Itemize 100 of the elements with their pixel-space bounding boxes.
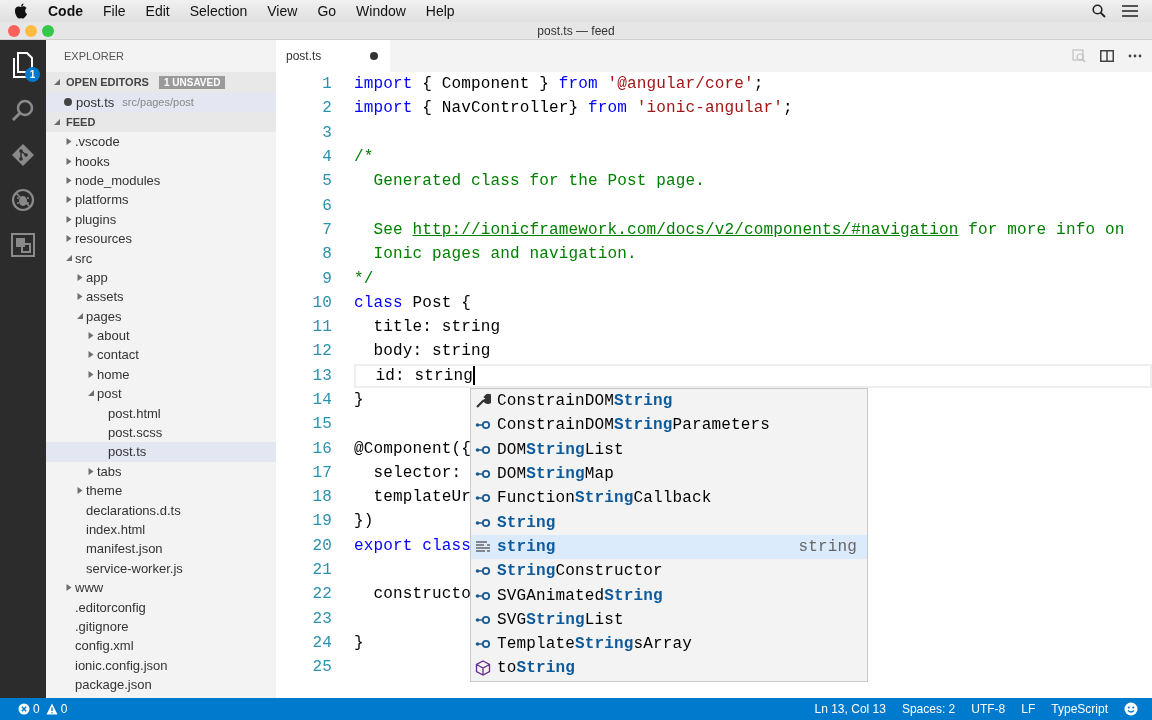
explorer-folder[interactable]: plugins [46,209,276,229]
caret-icon[interactable] [66,157,72,165]
suggestion-item[interactable]: ConstrainDOMStringParameters [471,413,867,438]
explorer-file[interactable]: post.scss [46,422,276,443]
caret-icon[interactable] [54,78,60,86]
explorer-file[interactable]: post.html [46,403,276,423]
explorer-folder[interactable]: src [46,248,276,268]
explorer-folder[interactable]: node_modules [46,170,276,191]
explorer-file[interactable]: post.ts [46,442,276,462]
line-number: 4 [321,148,332,167]
suggestion-item[interactable]: toString [471,656,867,681]
explorer-folder[interactable]: home [46,364,276,385]
caret-icon[interactable] [77,312,83,320]
caret-icon[interactable] [88,332,94,340]
status-item[interactable]: UTF-8 [971,702,1006,716]
menu-item[interactable]: File [103,3,126,19]
explorer-file[interactable]: config.xml [46,636,276,656]
section-header[interactable]: OPEN EDITORS 1 UNSAVED [46,72,276,92]
error-count[interactable]: 0 [18,702,40,716]
section-header[interactable]: FEED [46,112,276,132]
explorer-file[interactable]: declarations.d.ts [46,500,276,520]
code-line: class Post { [354,292,472,314]
split-editor-icon[interactable] [1100,50,1114,62]
extensions-icon[interactable] [11,233,35,257]
explorer-file[interactable]: .editorconfig [46,597,276,617]
explorer-folder[interactable]: tabs [46,461,276,482]
menu-icon[interactable] [1122,5,1138,17]
explorer-folder[interactable]: app [46,267,276,288]
explorer-folder[interactable]: contact [46,345,276,365]
files-icon[interactable] [12,52,34,78]
suggestion-item[interactable]: SVGStringList [471,607,867,632]
explorer-folder[interactable]: theme [46,481,276,501]
caret-icon[interactable] [66,176,72,184]
status-item[interactable]: Spaces: 2 [901,702,956,716]
search-icon[interactable] [1092,4,1106,18]
more-icon[interactable] [1128,54,1142,58]
caret-icon[interactable] [66,138,72,146]
git-icon[interactable] [11,143,35,167]
suggestion-item[interactable]: StringConstructor [471,559,867,584]
caret-icon[interactable] [88,351,94,359]
caret-icon[interactable] [54,118,60,126]
caret-icon[interactable] [77,293,83,301]
suggestion-detail: string [798,537,857,556]
explorer-file[interactable]: manifest.json [46,539,276,559]
explorer-folder[interactable]: resources [46,228,276,249]
explorer-folder[interactable]: hooks [46,151,276,171]
explorer-folder[interactable]: pages [46,306,276,326]
warning-count[interactable]: 0 [45,702,68,716]
bug-icon[interactable] [11,188,35,212]
menu-item[interactable]: View [267,3,298,19]
code-line: constructo [372,584,472,606]
explorer-folder[interactable]: assets [46,287,276,307]
caret-icon[interactable] [66,235,72,243]
explorer-file[interactable]: index.html [46,519,276,540]
menu-item[interactable]: Edit [145,3,170,19]
line-number: 5 [321,172,332,191]
explorer-file[interactable]: .gitignore [46,616,276,637]
explorer-folder[interactable]: platforms [46,190,276,210]
status-item[interactable]: LF [1021,702,1036,716]
menu-item[interactable]: Help [425,3,455,19]
caret-icon[interactable] [88,390,94,398]
explorer-folder[interactable]: www [46,578,276,598]
caret-icon[interactable] [77,273,83,281]
open-editor-item[interactable]: post.ts src/pages/post [46,92,276,112]
link[interactable]: http://ionicframework.com/docs/v2/components/#navigation [412,220,959,239]
caret-icon[interactable] [77,487,83,495]
line-number: 1 [321,75,332,94]
line-number: 22 [311,585,332,604]
app-menu[interactable]: Code [48,3,83,19]
caret-icon[interactable] [66,584,72,592]
suggestion-item[interactable]: String [471,510,867,535]
status-item[interactable]: Ln 13, Col 13 [814,702,886,716]
close-button[interactable] [8,24,20,37]
menu-item[interactable]: Selection [189,3,248,19]
suggestion-item[interactable]: DOMStringMap [471,461,867,487]
line-number: 14 [311,391,332,409]
editor-tab[interactable]: post.ts [276,40,390,72]
line-number: 25 [311,658,332,677]
explorer-file[interactable]: package.json [46,674,276,695]
apple-icon[interactable] [14,3,28,19]
explorer-folder[interactable]: post [46,384,276,404]
explorer-folder[interactable]: about [46,325,276,346]
menu-item[interactable]: Go [317,3,337,19]
caret-icon[interactable] [88,370,94,378]
suggestion-item[interactable]: string string [471,534,867,560]
smiley-icon[interactable] [1124,702,1138,716]
explorer-file[interactable]: ionic.config.json [46,655,276,675]
suggestion-item[interactable]: FunctionStringCallback [471,486,867,511]
caret-icon[interactable] [66,254,72,262]
suggestion-item[interactable]: ConstrainDOMString [471,389,867,414]
caret-icon[interactable] [88,467,94,475]
status-item[interactable]: TypeScript [1051,702,1108,716]
explorer-file[interactable]: service-worker.js [46,558,276,578]
menu-item[interactable]: Window [356,3,406,19]
explorer-folder[interactable]: .vscode [46,132,276,152]
suggestion-item[interactable]: DOMStringList [471,437,867,462]
suggestion-item[interactable]: TemplateStringsArray [471,631,867,657]
caret-icon[interactable] [66,215,72,223]
caret-icon[interactable] [66,196,72,204]
suggestion-item[interactable]: SVGAnimatedString [471,583,867,608]
